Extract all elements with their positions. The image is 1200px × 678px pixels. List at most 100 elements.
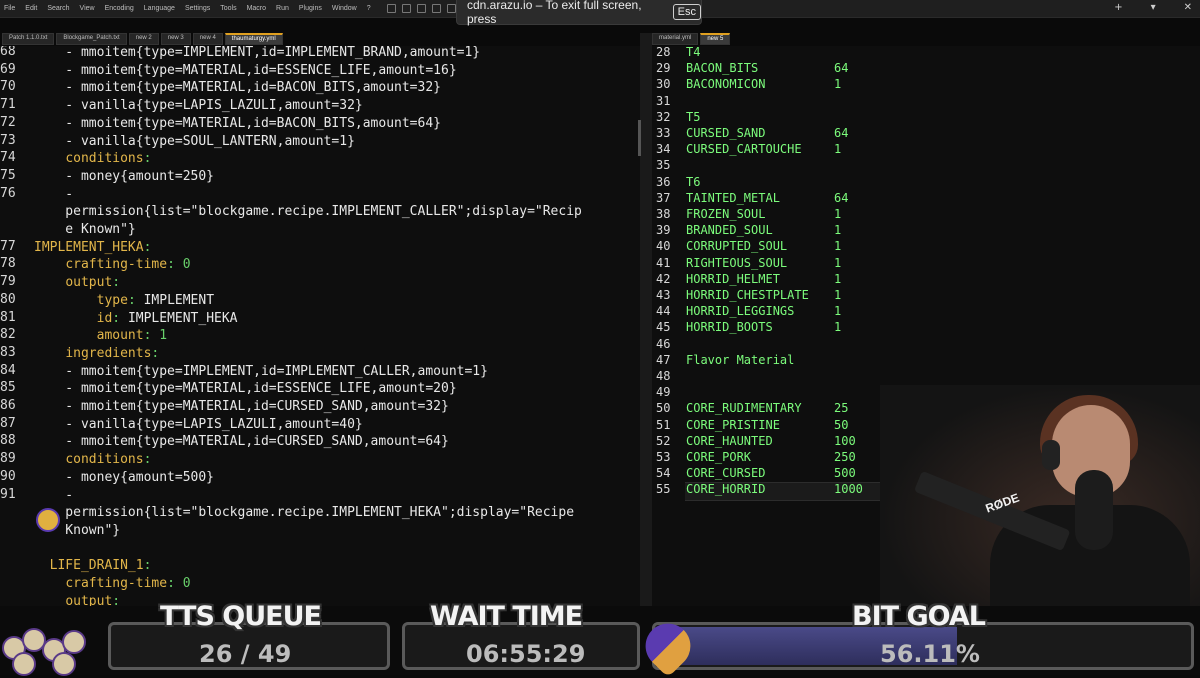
line-number: 74 [0, 150, 16, 166]
code-token: output [65, 275, 113, 291]
material-name: T5 [686, 109, 701, 124]
material-name: CORE_CURSED [686, 466, 766, 481]
code-token: : [143, 328, 160, 344]
pane-divider[interactable] [640, 33, 652, 608]
line-number: 37 [656, 190, 671, 205]
tab-new-5[interactable]: new 5 [700, 33, 731, 45]
tab-patch[interactable]: Patch 1.1.0.txt [2, 33, 55, 45]
close-icon[interactable]: ✕ [1184, 2, 1192, 13]
tab-new-4[interactable]: new 4 [192, 33, 223, 45]
tab-material[interactable]: material.yml [652, 33, 699, 45]
menu-help[interactable]: ? [367, 5, 371, 12]
menu-edit[interactable]: Edit [25, 5, 37, 12]
code-text: - vanilla{type=LAPIS_LAZULI,amount=32} [34, 97, 363, 115]
tab-thaumaturgy[interactable]: thaumaturgy.yml [224, 33, 283, 45]
chevron-down-icon[interactable]: ▾ [1151, 2, 1156, 13]
material-amount: 1 [834, 77, 842, 92]
code-token: LIFE_DRAIN_1 [34, 558, 144, 574]
code-text: output: [34, 274, 120, 292]
code-text: - money{amount=250} [34, 168, 214, 186]
line-number: 72 [0, 114, 16, 130]
tab-new-2[interactable]: new 2 [128, 33, 159, 45]
code-token: 0 [182, 257, 191, 273]
menu-plugins[interactable]: Plugins [299, 5, 322, 12]
menu-language[interactable]: Language [144, 5, 175, 12]
code-text: - mmoitem{type=IMPLEMENT,id=IMPLEMENT_CA… [34, 363, 488, 381]
code-text: LIFE_DRAIN_1: [34, 557, 152, 575]
code-token: - vanilla{type=SOUL_LANTERN,amount=1} [34, 133, 355, 149]
material-name: T4 [686, 46, 701, 59]
undo-icon[interactable] [386, 4, 396, 13]
menu-search[interactable]: Search [47, 5, 69, 12]
tab-new-3[interactable]: new 3 [160, 33, 191, 45]
code-text: output: [34, 593, 120, 606]
material-amount: 64 [834, 61, 849, 76]
line-number: 81 [0, 309, 16, 325]
add-icon[interactable]: + [1114, 2, 1122, 13]
code-text: - mmoitem{type=MATERIAL,id=CURSED_SAND,a… [34, 398, 449, 416]
line-number: 87 [0, 415, 16, 431]
menu-settings[interactable]: Settings [185, 5, 210, 12]
code-text: e Known"} [34, 221, 135, 239]
code-token: - mmoitem{type=MATERIAL,id=CURSED_SAND,a… [34, 434, 449, 450]
line-number: 89 [0, 451, 16, 467]
material-name: HORRID_LEGGINGS [686, 304, 795, 319]
tts-queue-label: TTS QUEUE [160, 601, 322, 632]
zoom-icon[interactable] [431, 4, 441, 13]
line-number: 52 [656, 433, 671, 448]
tts-queue-value: 26 / 49 [199, 640, 292, 668]
sync-icon[interactable] [446, 4, 456, 13]
scrollbar-left[interactable] [638, 120, 641, 156]
menu-view[interactable]: View [80, 5, 95, 12]
material-name: CORE_PRISTINE [686, 417, 780, 432]
emote-icon [62, 630, 86, 654]
redo-icon[interactable] [401, 4, 411, 13]
material-amount: 1 [834, 239, 842, 254]
code-text: - money{amount=500} [34, 469, 214, 487]
editor-left[interactable]: 68 - mmoitem{type=IMPLEMENT,id=IMPLEMENT… [0, 46, 640, 606]
find-icon[interactable] [416, 4, 426, 13]
menu-window[interactable]: Window [332, 5, 357, 12]
line-number: 86 [0, 398, 16, 413]
material-amount: 1 [834, 288, 842, 302]
code-text: ingredients: [34, 345, 159, 363]
code-token: : [112, 275, 121, 291]
code-token: IMPLEMENT [143, 292, 215, 308]
material-name: BACON_BITS [686, 61, 759, 76]
menu-encoding[interactable]: Encoding [105, 5, 134, 12]
code-token: crafting-time [65, 576, 168, 591]
code-token: - mmoitem{type=MATERIAL,id=ESSENCE_LIFE,… [34, 381, 457, 397]
material-amount: 1 [834, 320, 842, 335]
headphones-icon [1042, 440, 1060, 470]
line-number: 40 [656, 239, 671, 254]
material-amount: 1 [834, 207, 842, 221]
code-text: - mmoitem{type=MATERIAL,id=BACON_BITS,am… [34, 79, 441, 97]
material-amount: 1000 [834, 482, 863, 497]
menu-file[interactable]: File [4, 5, 15, 12]
code-token: conditions [65, 151, 144, 167]
line-number: 91 [0, 486, 16, 502]
line-number: 48 [656, 369, 671, 383]
tabbar-left: Patch 1.1.0.txt Blockgame_Patch.txt new … [2, 33, 283, 45]
code-text: conditions: [34, 150, 151, 168]
line-number: 38 [656, 207, 671, 221]
menu-tools[interactable]: Tools [220, 5, 236, 12]
menu-run[interactable]: Run [276, 5, 289, 12]
code-text: amount: 1 [34, 327, 167, 345]
chat-avatar-icon [36, 508, 60, 532]
app-root: File Edit Search View Encoding Language … [0, 0, 1200, 678]
line-number: 47 [656, 352, 671, 367]
material-name: TAINTED_METAL [686, 190, 780, 205]
code-token: - vanilla{type=LAPIS_LAZULI,amount=32} [34, 98, 363, 114]
tab-blockgame-patch[interactable]: Blockgame_Patch.txt [56, 33, 127, 45]
menu-macro[interactable]: Macro [247, 5, 266, 12]
code-token: type [96, 292, 128, 308]
code-text: - mmoitem{type=MATERIAL,id=CURSED_SAND,a… [34, 433, 449, 451]
microphone-icon [1075, 470, 1113, 550]
code-token: : [143, 151, 152, 167]
